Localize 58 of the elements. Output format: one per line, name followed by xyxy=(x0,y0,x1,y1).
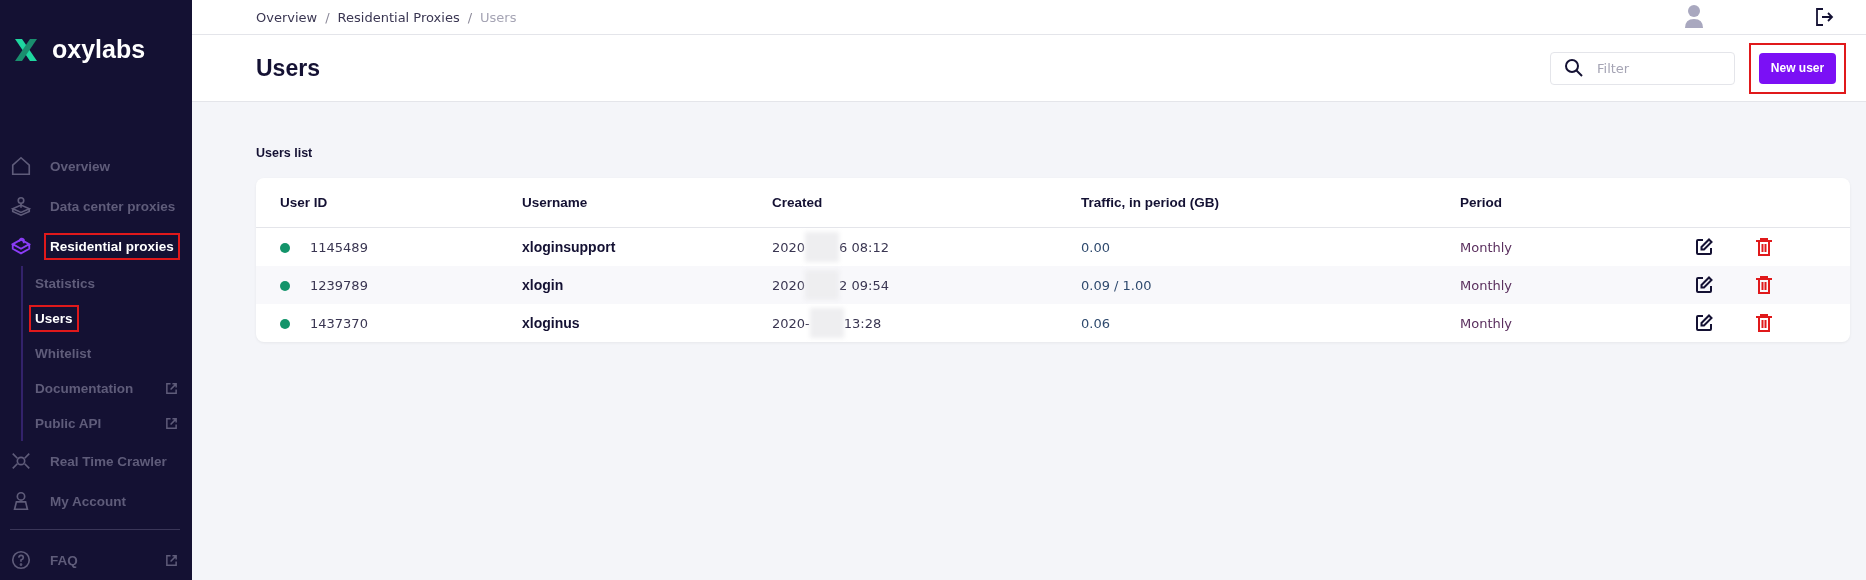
edit-icon[interactable] xyxy=(1694,275,1714,295)
edit-icon[interactable] xyxy=(1694,313,1714,333)
breadcrumb-separator: / xyxy=(325,9,330,25)
period: Monthly xyxy=(1460,315,1513,331)
page-title: Users xyxy=(256,54,320,82)
stack-icon xyxy=(10,195,32,218)
column-header: User ID xyxy=(280,195,328,210)
edit-icon[interactable] xyxy=(1694,237,1714,257)
section-title: Users list xyxy=(256,146,314,160)
period: Monthly xyxy=(1460,277,1513,293)
house-icon xyxy=(10,155,32,178)
filter-field[interactable]: Filter xyxy=(1550,51,1735,85)
username: xlogin xyxy=(522,277,564,293)
user-id: 1239789 xyxy=(310,277,368,293)
search-icon xyxy=(1564,57,1584,78)
created-date: 2020 xyxy=(772,277,806,293)
traffic-value: 0.06 xyxy=(1081,315,1110,331)
sidebar-item[interactable]: My Account xyxy=(0,481,192,522)
user-id: 1145489 xyxy=(310,239,368,255)
created-time: 2 09:54 xyxy=(839,277,889,293)
breadcrumb-link[interactable]: Overview xyxy=(256,9,318,25)
username: xloginsupport xyxy=(522,239,616,255)
help-icon xyxy=(10,549,32,572)
created-date: 2020- xyxy=(772,315,810,331)
column-header: Period xyxy=(1460,195,1502,210)
sidebar-item[interactable]: Data center proxies xyxy=(0,186,192,227)
logout-icon[interactable] xyxy=(1814,7,1834,27)
external-link-icon xyxy=(165,417,178,431)
trash-icon[interactable] xyxy=(1754,313,1774,333)
logo-text: oxylabs xyxy=(52,35,146,65)
external-link-icon xyxy=(165,553,178,567)
sidebar-item[interactable]: Real Time Crawler xyxy=(0,441,192,482)
created-time: 13:28 xyxy=(843,315,882,331)
created-time: 6 08:12 xyxy=(839,239,889,255)
sidebar-item[interactable]: FAQ xyxy=(0,540,192,580)
trash-icon[interactable] xyxy=(1754,237,1774,257)
sidebar-subitem[interactable]: Users xyxy=(23,301,192,337)
breadcrumb-link[interactable]: Users xyxy=(480,9,517,25)
sidebar-item[interactable]: Overview xyxy=(0,146,192,187)
column-header: Username xyxy=(522,195,588,210)
user-id: 1437370 xyxy=(310,315,368,331)
new-user-button[interactable]: New user xyxy=(1759,52,1836,84)
column-header: Traffic, in period (GB) xyxy=(1081,195,1219,210)
traffic-value: 0.00 xyxy=(1081,239,1110,255)
traffic-value: 0.09 / 1.00 xyxy=(1081,277,1152,293)
column-header: Created xyxy=(772,195,823,210)
external-link-icon xyxy=(165,382,178,396)
sidebar-subitem[interactable]: Documentation xyxy=(23,371,192,407)
breadcrumb-separator: / xyxy=(467,9,473,25)
created-date: 2020 xyxy=(772,239,806,255)
breadcrumb-link[interactable]: Residential Proxies xyxy=(337,9,460,25)
sidebar-subitem[interactable]: Statistics xyxy=(23,266,192,302)
sidebar-subitem[interactable]: Whitelist xyxy=(23,336,192,372)
period: Monthly xyxy=(1460,239,1513,255)
sidebar-item[interactable]: Residential proxies xyxy=(0,226,192,267)
trash-icon[interactable] xyxy=(1754,275,1774,295)
username: xloginus xyxy=(522,315,580,331)
sidebar-subitem[interactable]: Public API xyxy=(23,406,192,442)
